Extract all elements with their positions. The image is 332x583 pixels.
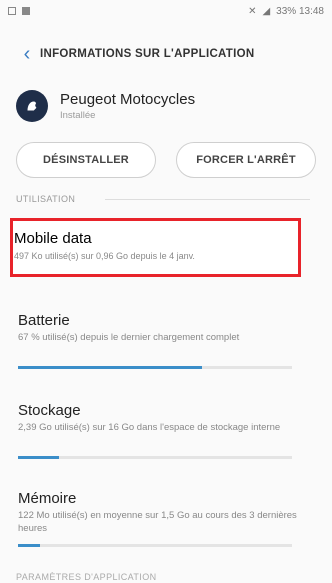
section-label-app-settings: PARAMÈTRES D'APPLICATION <box>16 572 157 582</box>
force-stop-button[interactable]: FORCER L'ARRÊT <box>176 142 316 178</box>
app-icon <box>16 90 48 122</box>
storage-subtitle: 2,39 Go utilisé(s) sur 16 Go dans l'espa… <box>18 422 281 433</box>
lion-logo-icon <box>27 101 37 111</box>
back-button[interactable]: ‹ <box>14 34 40 74</box>
chevron-left-icon: ‹ <box>23 42 31 65</box>
list-item-storage[interactable]: Stockage 2,39 Go utilisé(s) sur 16 Go da… <box>18 402 298 459</box>
list-item-battery[interactable]: Batterie 67 % utilisé(s) depuis le derni… <box>18 312 298 369</box>
status-bar: ✕ ◢ 33% 13:48 <box>0 0 332 22</box>
status-bar-right-text: 33% 13:48 <box>276 5 324 17</box>
memory-progress-bar <box>18 544 292 547</box>
mobile-data-subtitle: 497 Ko utilisé(s) sur 0,96 Go depuis le … <box>14 251 195 261</box>
memory-title: Mémoire <box>18 490 77 507</box>
signal-icon: ◢ <box>262 5 271 17</box>
memory-progress-fill <box>18 544 40 547</box>
battery-title: Batterie <box>18 312 70 329</box>
flag-notification-icon <box>22 7 30 15</box>
action-buttons: DÉSINSTALLER FORCER L'ARRÊT <box>16 142 316 178</box>
app-status: Installée <box>60 110 96 121</box>
app-name: Peugeot Motocycles <box>60 91 196 108</box>
storage-progress-bar <box>18 456 292 459</box>
section-label-usage: UTILISATION <box>16 194 76 204</box>
uninstall-button[interactable]: DÉSINSTALLER <box>16 142 156 178</box>
battery-progress-bar <box>18 366 292 369</box>
header: ‹ INFORMATIONS SUR L'APPLICATION <box>0 34 332 74</box>
image-notification-icon <box>8 7 16 15</box>
app-summary: Peugeot Motocycles Installée <box>16 84 316 128</box>
wifi-icon: ✕ <box>248 5 257 17</box>
mobile-data-title: Mobile data <box>14 230 92 247</box>
battery-progress-fill <box>18 366 202 369</box>
page-title: INFORMATIONS SUR L'APPLICATION <box>40 48 255 60</box>
storage-title: Stockage <box>18 402 81 419</box>
storage-progress-fill <box>18 456 60 459</box>
mobile-data-highlight[interactable] <box>10 218 301 277</box>
section-divider <box>105 199 310 200</box>
app-info-screen: ✕ ◢ 33% 13:48 ‹ INFORMATIONS SUR L'APPLI… <box>0 0 332 583</box>
list-item-memory[interactable]: Mémoire 122 Mo utilisé(s) en moyenne sur… <box>18 490 298 547</box>
memory-subtitle: 122 Mo utilisé(s) en moyenne sur 1,5 Go … <box>18 510 297 534</box>
battery-subtitle: 67 % utilisé(s) depuis le dernier charge… <box>18 332 240 343</box>
